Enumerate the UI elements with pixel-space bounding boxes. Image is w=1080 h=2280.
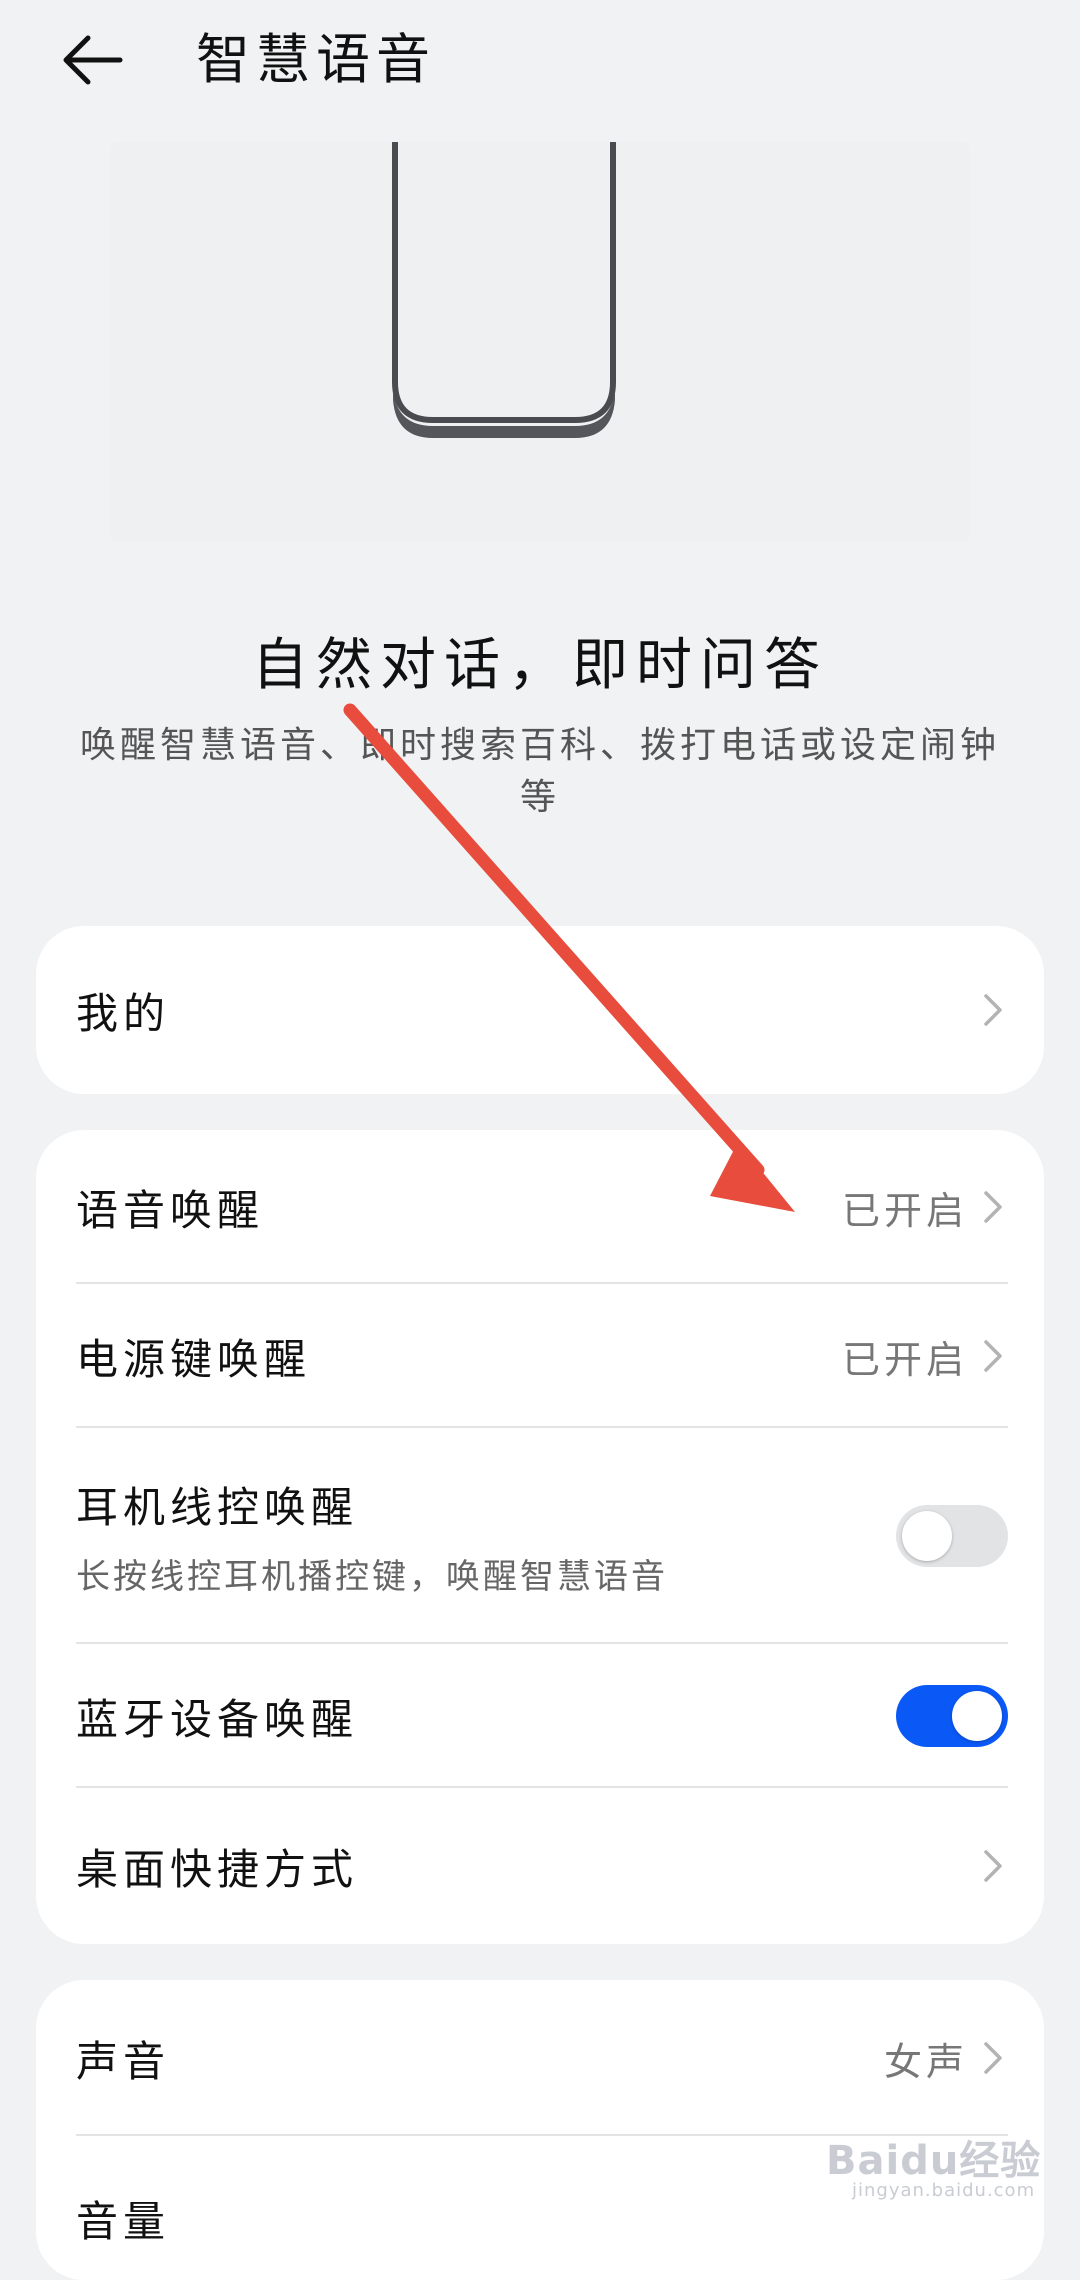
wired-headset-wake-toggle[interactable] bbox=[896, 1505, 1008, 1567]
mine-card: 我的 bbox=[36, 926, 1044, 1094]
chevron-right-icon bbox=[984, 1340, 1002, 1372]
power-key-wake-label: 电源键唤醒 bbox=[76, 1334, 312, 1384]
header-bar: 智慧语音 bbox=[0, 0, 1080, 120]
watermark-url: jingyan.baidu.com bbox=[852, 2180, 1036, 2201]
intro-description: 唤醒智慧语音、即时搜索百科、拨打电话或设定闹钟等 bbox=[79, 725, 1000, 818]
wired-headset-wake-row: 耳机线控唤醒 长按线控耳机播控键，唤醒智慧语音 bbox=[36, 1428, 1044, 1644]
voice-row[interactable]: 声音 女声 bbox=[36, 1980, 1044, 2136]
page-title: 智慧语音 bbox=[196, 28, 436, 91]
watermark-text: Baidu经验 bbox=[826, 2138, 1042, 2184]
chevron-right-icon bbox=[984, 1191, 1002, 1223]
phone-illustration bbox=[110, 142, 970, 542]
bluetooth-wake-row: 蓝牙设备唤醒 bbox=[36, 1644, 1044, 1788]
chevron-right-icon bbox=[984, 1850, 1002, 1882]
voice-wake-status: 已开启 bbox=[841, 1188, 968, 1233]
wake-settings-card: 语音唤醒 已开启 电源键唤醒 已开启 耳机线控唤醒 长按线控耳机播控键，唤醒智慧… bbox=[36, 1130, 1044, 1944]
wired-headset-wake-label: 耳机线控唤醒 bbox=[76, 1483, 359, 1532]
back-button[interactable] bbox=[62, 20, 152, 100]
voice-label: 声音 bbox=[76, 2036, 171, 2086]
power-key-wake-status: 已开启 bbox=[841, 1337, 968, 1382]
baidu-watermark: Baidu经验 jingyan.baidu.com bbox=[826, 2128, 1042, 2201]
chevron-right-icon bbox=[984, 994, 1002, 1026]
mine-row[interactable]: 我的 bbox=[36, 926, 1044, 1094]
voice-value: 女声 bbox=[883, 2039, 968, 2084]
bluetooth-wake-toggle[interactable] bbox=[896, 1685, 1008, 1747]
power-key-wake-row[interactable]: 电源键唤醒 已开启 bbox=[36, 1284, 1044, 1428]
toggle-knob bbox=[902, 1511, 952, 1561]
chevron-right-icon bbox=[984, 2042, 1002, 2074]
toggle-knob bbox=[952, 1691, 1002, 1741]
voice-wake-label: 语音唤醒 bbox=[76, 1185, 265, 1235]
desktop-shortcut-row[interactable]: 桌面快捷方式 bbox=[36, 1788, 1044, 1944]
desktop-shortcut-label: 桌面快捷方式 bbox=[76, 1844, 359, 1894]
arrow-left-icon bbox=[63, 35, 123, 85]
voice-wake-row[interactable]: 语音唤醒 已开启 bbox=[36, 1130, 1044, 1284]
intro-headline: 自然对话，即时问答 bbox=[252, 633, 828, 698]
mine-label: 我的 bbox=[76, 988, 171, 1038]
bluetooth-wake-label: 蓝牙设备唤醒 bbox=[76, 1694, 359, 1744]
wired-headset-wake-description: 长按线控耳机播控键，唤醒智慧语音 bbox=[76, 1557, 668, 1597]
